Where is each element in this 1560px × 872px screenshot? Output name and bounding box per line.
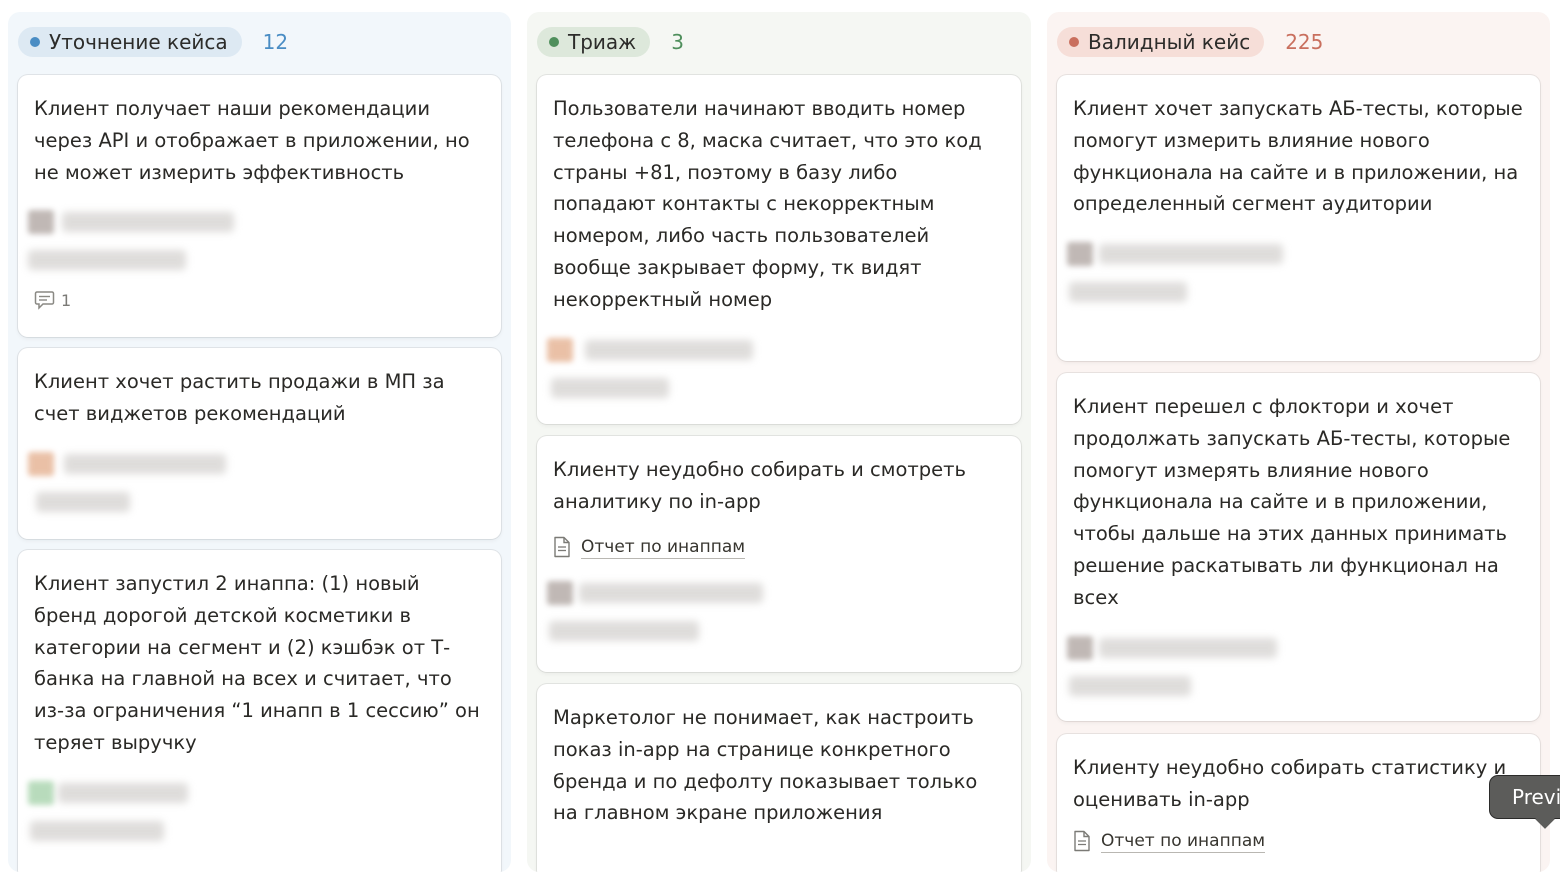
document-title: Отчет по инаппам (1101, 830, 1266, 853)
card-title: Клиент перешел с флоктори и хочет продол… (1073, 395, 1511, 609)
blurred-property (1069, 278, 1524, 306)
comments-count[interactable]: 1 (34, 288, 485, 312)
board-card[interactable]: Клиент запустил 2 инаппа: (1) новый брен… (18, 550, 501, 872)
column-title: Уточнение кейса (49, 30, 228, 54)
blurred-assignee (547, 336, 1005, 364)
card-title: Клиент получает наши рекомендации через … (34, 97, 470, 184)
status-pill[interactable]: Валидный кейс (1057, 27, 1265, 57)
blurred-property (28, 246, 485, 274)
preview-tooltip[interactable]: Previ (1490, 776, 1560, 818)
preview-label: Previ (1512, 785, 1560, 809)
avatar (547, 337, 573, 362)
board-card[interactable]: Клиенту неудобно собирать и смотреть ана… (537, 436, 1021, 672)
avatar (1067, 635, 1093, 660)
status-pill[interactable]: Уточнение кейса (18, 27, 242, 57)
column-title: Валидный кейс (1088, 30, 1251, 54)
board-column-valid: Валидный кейс 225 Клиент хочет запускать… (1047, 12, 1550, 872)
status-dot (549, 37, 559, 47)
card-title: Клиенту неудобно собирать и смотреть ана… (553, 458, 966, 513)
status-dot (1069, 37, 1079, 47)
blurred-property (30, 817, 485, 845)
card-title: Пользователи начинают вводить номер теле… (553, 97, 982, 311)
document-icon (1074, 830, 1090, 852)
blurred-assignee (28, 450, 485, 478)
blurred-property (551, 374, 1005, 402)
board-card[interactable]: Маркетолог не понимает, как настроить по… (537, 684, 1021, 872)
comment-icon (34, 291, 55, 311)
linked-document[interactable]: Отчет по инаппам (1073, 830, 1524, 853)
avatar (28, 451, 54, 476)
column-count: 225 (1285, 30, 1324, 54)
comments-count-value: 1 (61, 290, 72, 310)
column-count: 3 (671, 30, 684, 54)
blurred-assignee (28, 779, 485, 807)
card-title: Клиенту неудобно собирать статистику и о… (1073, 756, 1507, 811)
board-card[interactable]: Клиент получает наши рекомендации через … (18, 75, 501, 337)
blurred-property (1069, 672, 1524, 700)
blurred-assignee (1067, 240, 1524, 268)
blurred-property (34, 488, 485, 516)
card-title: Клиент хочет запускать АБ-тесты, которые… (1073, 97, 1523, 216)
avatar (28, 210, 54, 235)
board-card[interactable]: Клиент хочет растить продажи в МП за сче… (18, 348, 501, 539)
avatar (28, 780, 54, 805)
avatar (1067, 242, 1093, 267)
card-title: Маркетолог не понимает, как настроить по… (553, 706, 978, 825)
status-dot (30, 37, 40, 47)
blurred-property (549, 617, 1005, 645)
card-title: Клиент хочет растить продажи в МП за сче… (34, 370, 445, 425)
linked-document[interactable]: Отчет по инаппам (553, 536, 1005, 559)
blurred-assignee (547, 579, 1005, 607)
board-column-clarification: Уточнение кейса 12 Клиент получает наши … (8, 12, 511, 872)
board-card[interactable]: Пользователи начинают вводить номер теле… (537, 75, 1021, 424)
blurred-assignee (28, 208, 485, 236)
document-title: Отчет по инаппам (581, 536, 746, 559)
board-card[interactable]: Клиент хочет запускать АБ-тесты, которые… (1057, 75, 1540, 361)
board-card[interactable]: Клиент перешел с флоктори и хочет продол… (1057, 373, 1540, 721)
column-count: 12 (262, 30, 289, 54)
column-header[interactable]: Валидный кейс 225 (1057, 27, 1323, 57)
card-title: Клиент запустил 2 инаппа: (1) новый брен… (34, 572, 480, 754)
column-header[interactable]: Уточнение кейса 12 (18, 27, 288, 57)
document-icon (554, 536, 570, 558)
avatar (547, 580, 573, 605)
board-column-triage: Триаж 3 Пользователи начинают вводить но… (527, 12, 1031, 872)
blurred-assignee (1067, 634, 1524, 662)
board-card[interactable]: Клиенту неудобно собирать статистику и о… (1057, 734, 1540, 872)
column-title: Триаж (568, 30, 637, 54)
status-pill[interactable]: Триаж (537, 27, 651, 57)
column-header[interactable]: Триаж 3 (537, 27, 684, 57)
